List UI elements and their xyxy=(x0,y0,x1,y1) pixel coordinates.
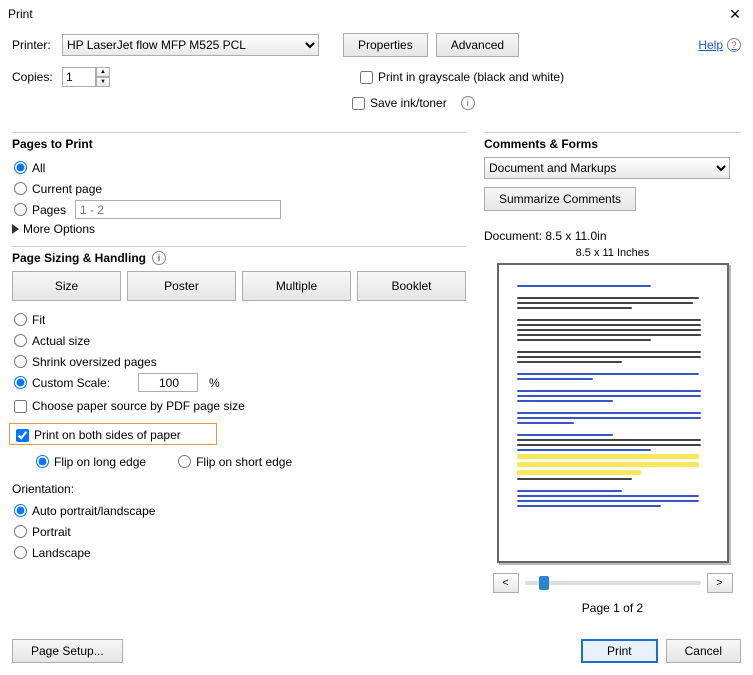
triangle-right-icon xyxy=(12,224,19,234)
advanced-button[interactable]: Advanced xyxy=(436,33,519,57)
orient-auto-radio[interactable] xyxy=(14,504,27,517)
cancel-button[interactable]: Cancel xyxy=(666,639,741,663)
info-icon: i xyxy=(461,96,475,110)
sizing-heading: Page Sizing & Handling xyxy=(12,251,146,265)
choose-source-checkbox[interactable] xyxy=(14,400,27,413)
grayscale-checkbox[interactable] xyxy=(360,71,373,84)
saveink-checkbox[interactable] xyxy=(352,97,365,110)
custom-scale-radio[interactable] xyxy=(14,376,27,389)
orientation-heading: Orientation: xyxy=(12,482,466,496)
pages-current-option[interactable]: Current page xyxy=(14,178,466,199)
choose-source-option[interactable]: Choose paper source by PDF page size xyxy=(14,399,466,413)
pages-range-option[interactable]: Pages xyxy=(14,199,466,220)
fit-option[interactable]: Fit xyxy=(14,309,466,330)
tab-size[interactable]: Size xyxy=(12,271,121,301)
duplex-checkbox[interactable] xyxy=(16,429,29,442)
saveink-option[interactable]: Save ink/toner xyxy=(352,96,447,110)
print-button[interactable]: Print xyxy=(581,639,658,663)
orient-landscape-radio[interactable] xyxy=(14,546,27,559)
actual-size-option[interactable]: Actual size xyxy=(14,330,466,351)
copies-label: Copies: xyxy=(12,70,54,84)
pages-current-radio[interactable] xyxy=(14,182,27,195)
help-link[interactable]: Help ? xyxy=(698,38,741,52)
comments-heading: Comments & Forms xyxy=(484,137,741,151)
preview-next-button[interactable]: > xyxy=(707,573,733,593)
printer-label: Printer: xyxy=(12,38,54,52)
window-title: Print xyxy=(8,7,33,21)
print-preview xyxy=(497,263,729,563)
custom-scale-option[interactable]: Custom Scale: % xyxy=(14,372,466,393)
page-indicator: Page 1 of 2 xyxy=(484,601,741,615)
orient-portrait-option[interactable]: Portrait xyxy=(14,521,466,542)
copies-input[interactable] xyxy=(62,67,96,87)
tab-poster[interactable]: Poster xyxy=(127,271,236,301)
duplex-option[interactable]: Print on both sides of paper xyxy=(16,428,210,442)
flip-short-option[interactable]: Flip on short edge xyxy=(178,451,292,472)
percent-label: % xyxy=(209,376,220,390)
tab-multiple[interactable]: Multiple xyxy=(242,271,351,301)
flip-short-radio[interactable] xyxy=(178,455,191,468)
fit-radio[interactable] xyxy=(14,313,27,326)
shrink-option[interactable]: Shrink oversized pages xyxy=(14,351,466,372)
grayscale-label: Print in grayscale (black and white) xyxy=(378,70,564,84)
tab-booklet[interactable]: Booklet xyxy=(357,271,466,301)
custom-scale-input[interactable] xyxy=(138,373,198,392)
flip-long-option[interactable]: Flip on long edge xyxy=(36,451,146,472)
comments-dropdown[interactable]: Document and Markups xyxy=(484,157,730,179)
help-icon: ? xyxy=(727,38,741,52)
preview-prev-button[interactable]: < xyxy=(493,573,519,593)
more-options-toggle[interactable]: More Options xyxy=(12,222,466,236)
actual-size-radio[interactable] xyxy=(14,334,27,347)
paper-dimensions: 8.5 x 11 Inches xyxy=(484,247,741,259)
pages-to-print-heading: Pages to Print xyxy=(12,137,466,151)
orient-landscape-option[interactable]: Landscape xyxy=(14,542,466,563)
orient-auto-option[interactable]: Auto portrait/landscape xyxy=(14,500,466,521)
preview-slider[interactable] xyxy=(525,581,701,585)
printer-select[interactable]: HP LaserJet flow MFP M525 PCL xyxy=(62,34,319,56)
page-setup-button[interactable]: Page Setup... xyxy=(12,639,123,663)
flip-long-radio[interactable] xyxy=(36,455,49,468)
slider-thumb-icon[interactable] xyxy=(539,576,549,590)
document-dimensions: Document: 8.5 x 11.0in xyxy=(484,229,741,243)
pages-range-radio[interactable] xyxy=(14,203,27,216)
orient-portrait-radio[interactable] xyxy=(14,525,27,538)
shrink-radio[interactable] xyxy=(14,355,27,368)
saveink-label: Save ink/toner xyxy=(370,96,447,110)
close-icon[interactable]: ✕ xyxy=(725,6,745,23)
pages-all-radio[interactable] xyxy=(14,161,27,174)
summarize-comments-button[interactable]: Summarize Comments xyxy=(484,187,636,211)
pages-range-input[interactable] xyxy=(75,200,281,219)
copies-up-icon[interactable]: ▲ xyxy=(96,67,110,77)
pages-all-option[interactable]: All xyxy=(14,157,466,178)
properties-button[interactable]: Properties xyxy=(343,33,428,57)
copies-down-icon[interactable]: ▼ xyxy=(96,77,110,87)
grayscale-option[interactable]: Print in grayscale (black and white) xyxy=(360,70,564,84)
info-icon: i xyxy=(152,251,166,265)
